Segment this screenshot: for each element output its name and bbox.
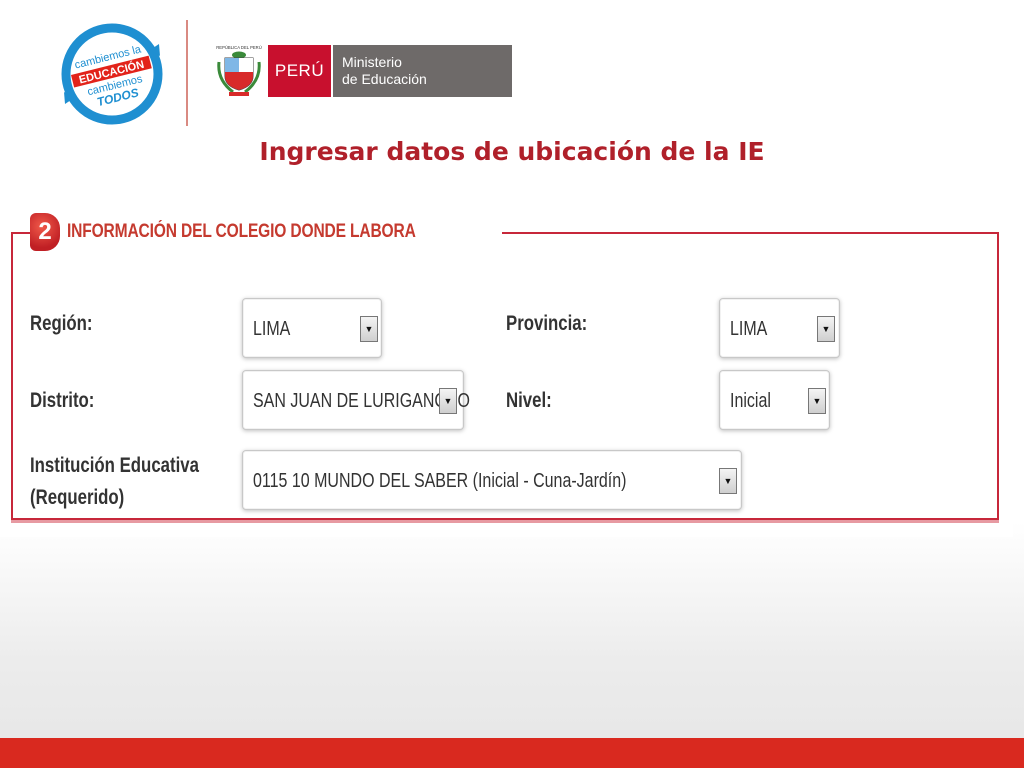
region-value: LIMA: [253, 318, 291, 340]
peru-crest-icon: REPÚBLICA DEL PERÚ: [216, 44, 262, 100]
footer-bar: [0, 738, 1024, 768]
form-section-legend: 2 INFORMACIÓN DEL COLEGIO DONDE LABORA: [30, 212, 503, 252]
nivel-select[interactable]: Inicial ▼: [719, 370, 830, 430]
institucion-label: Institución Educativa (Requerido): [30, 450, 199, 514]
campaign-logo: cambiemos la EDUCACIÓN cambiemos TODOS: [58, 20, 166, 128]
ministry-brand-box: Ministerio de Educación: [333, 45, 512, 97]
chevron-down-icon[interactable]: ▼: [360, 316, 378, 342]
chevron-down-icon[interactable]: ▼: [439, 388, 457, 414]
section-number-badge: 2: [30, 213, 60, 251]
chevron-down-icon[interactable]: ▼: [817, 316, 835, 342]
distrito-value: SAN JUAN DE LURIGANCHO: [253, 390, 470, 412]
distrito-select[interactable]: SAN JUAN DE LURIGANCHO ▼: [242, 370, 470, 430]
institucion-label-line-1: Institución Educativa: [30, 454, 199, 477]
header-divider: [186, 20, 188, 126]
school-info-form: 2 INFORMACIÓN DEL COLEGIO DONDE LABORA R…: [0, 192, 1013, 537]
ministry-line-2: de Educación: [342, 71, 427, 87]
svg-text:REPÚBLICA DEL PERÚ: REPÚBLICA DEL PERÚ: [216, 45, 261, 50]
peru-brand-box: PERÚ: [268, 45, 331, 97]
provincia-label: Provincia:: [506, 312, 588, 335]
provincia-value: LIMA: [730, 318, 768, 340]
nivel-label: Nivel:: [506, 389, 552, 412]
institucion-select[interactable]: 0115 10 MUNDO DEL SABER (Inicial - Cuna-…: [242, 450, 742, 510]
provincia-select[interactable]: LIMA ▼: [719, 298, 840, 358]
nivel-value: Inicial: [730, 390, 771, 412]
institucion-value: 0115 10 MUNDO DEL SABER (Inicial - Cuna-…: [253, 470, 627, 492]
region-select[interactable]: LIMA ▼: [242, 298, 382, 358]
distrito-label: Distrito:: [30, 389, 95, 412]
region-label: Región:: [30, 312, 93, 335]
page-title: Ingresar datos de ubicación de la IE: [259, 137, 765, 166]
chevron-down-icon[interactable]: ▼: [719, 468, 737, 494]
peru-label: PERÚ: [274, 61, 325, 80]
ministry-line-1: Ministerio: [342, 54, 402, 70]
institucion-label-line-2: (Requerido): [30, 486, 125, 509]
section-title: INFORMACIÓN DEL COLEGIO DONDE LABORA: [67, 221, 416, 242]
chevron-down-icon[interactable]: ▼: [808, 388, 826, 414]
